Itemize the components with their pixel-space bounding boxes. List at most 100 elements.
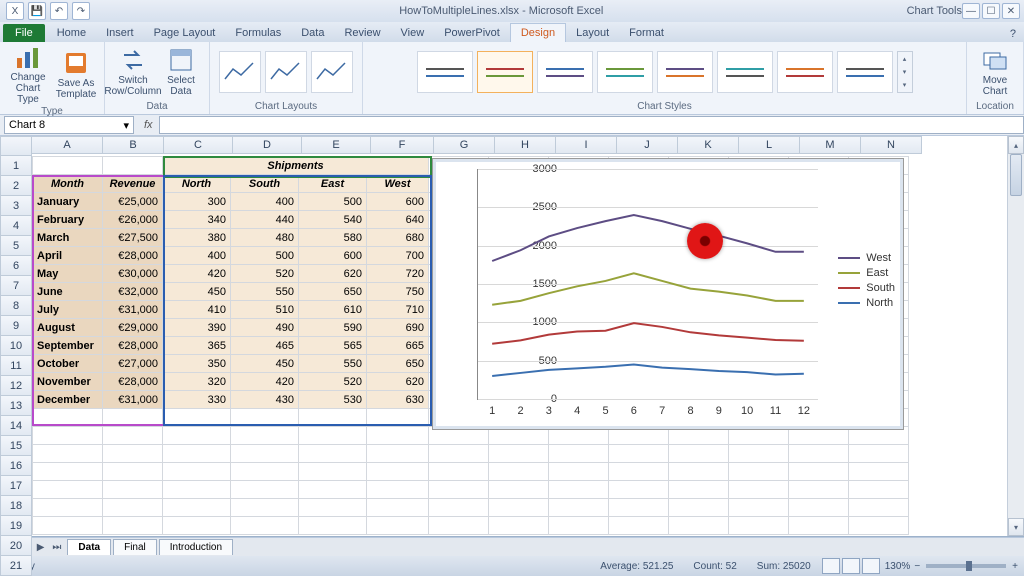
cell[interactable]: 400 [231, 193, 299, 211]
cell[interactable]: 665 [367, 337, 429, 355]
legend-item[interactable]: North [838, 297, 895, 309]
cell[interactable] [299, 427, 367, 445]
row-header[interactable]: 4 [0, 216, 32, 236]
cell[interactable]: 465 [231, 337, 299, 355]
cell[interactable] [103, 481, 163, 499]
cell[interactable] [103, 499, 163, 517]
tab-formulas[interactable]: Formulas [225, 24, 291, 42]
cell[interactable] [789, 445, 849, 463]
cell[interactable] [367, 517, 429, 535]
cell[interactable]: 410 [163, 301, 231, 319]
row-header[interactable]: 15 [0, 436, 32, 456]
chart-legend[interactable]: WestEastSouthNorth [838, 249, 895, 312]
column-header[interactable]: I [556, 136, 617, 154]
cell[interactable] [103, 517, 163, 535]
cell[interactable]: €28,000 [103, 337, 163, 355]
cell[interactable]: North [163, 175, 231, 193]
cell[interactable] [849, 517, 909, 535]
row-header[interactable]: 1 [0, 156, 32, 176]
cell[interactable]: 680 [367, 229, 429, 247]
cell[interactable] [669, 517, 729, 535]
column-header[interactable]: H [495, 136, 556, 154]
row-header[interactable]: 2 [0, 176, 32, 196]
cell[interactable]: 510 [231, 301, 299, 319]
cell[interactable]: Shipments [163, 157, 429, 175]
cell[interactable] [299, 517, 367, 535]
row-header[interactable]: 8 [0, 296, 32, 316]
tab-data[interactable]: Data [291, 24, 334, 42]
select-data-button[interactable]: Select Data [159, 47, 203, 97]
cell[interactable]: May [33, 265, 103, 283]
cell[interactable] [429, 517, 489, 535]
cell[interactable] [849, 499, 909, 517]
chart-series-south[interactable] [492, 323, 804, 344]
cell[interactable]: €32,000 [103, 283, 163, 301]
tab-view[interactable]: View [391, 24, 435, 42]
cell[interactable] [231, 481, 299, 499]
row-header[interactable]: 10 [0, 336, 32, 356]
cell[interactable]: June [33, 283, 103, 301]
embedded-chart[interactable]: 050010001500200025003000 123456789101112… [432, 158, 904, 430]
chart-style-option[interactable] [597, 51, 653, 93]
cell[interactable] [669, 499, 729, 517]
cell[interactable]: September [33, 337, 103, 355]
cell[interactable] [163, 463, 231, 481]
cell[interactable]: 340 [163, 211, 231, 229]
tab-file[interactable]: File [3, 24, 45, 42]
cell[interactable] [33, 499, 103, 517]
column-header[interactable]: K [678, 136, 739, 154]
cell[interactable]: 400 [163, 247, 231, 265]
row-header[interactable]: 7 [0, 276, 32, 296]
redo-icon[interactable]: ↷ [72, 2, 90, 20]
row-header[interactable]: 5 [0, 236, 32, 256]
cell[interactable]: 580 [299, 229, 367, 247]
cell[interactable]: 690 [367, 319, 429, 337]
chart-style-option[interactable] [537, 51, 593, 93]
cell[interactable] [367, 409, 429, 427]
cell[interactable] [789, 517, 849, 535]
cell[interactable] [163, 517, 231, 535]
row-header[interactable]: 3 [0, 196, 32, 216]
cell[interactable]: 350 [163, 355, 231, 373]
tab-insert[interactable]: Insert [96, 24, 144, 42]
chevron-down-icon[interactable]: ▾ [123, 119, 129, 132]
cell[interactable]: 720 [367, 265, 429, 283]
chart-series-east[interactable] [492, 273, 804, 304]
cell[interactable]: 450 [231, 355, 299, 373]
cell[interactable]: 550 [231, 283, 299, 301]
cell[interactable]: 420 [163, 265, 231, 283]
chart-style-option[interactable] [477, 51, 533, 93]
chart-layout-option[interactable] [219, 51, 261, 93]
scroll-up-button[interactable]: ▴ [1008, 136, 1024, 154]
cell[interactable] [33, 157, 103, 175]
minimize-button[interactable]: — [962, 3, 980, 19]
cell[interactable] [729, 481, 789, 499]
cell[interactable] [103, 463, 163, 481]
cell[interactable] [669, 463, 729, 481]
cell[interactable]: 590 [299, 319, 367, 337]
cell[interactable] [549, 517, 609, 535]
cell[interactable]: Month [33, 175, 103, 193]
cell[interactable]: 600 [367, 193, 429, 211]
cell[interactable]: 650 [299, 283, 367, 301]
cell[interactable] [299, 409, 367, 427]
cell[interactable] [103, 445, 163, 463]
cell[interactable]: 550 [299, 355, 367, 373]
close-button[interactable]: ✕ [1002, 3, 1020, 19]
column-header[interactable]: L [739, 136, 800, 154]
chart-layout-option[interactable] [311, 51, 353, 93]
cell[interactable]: March [33, 229, 103, 247]
cell[interactable] [231, 445, 299, 463]
cell[interactable]: 500 [231, 247, 299, 265]
cell[interactable]: January [33, 193, 103, 211]
cell[interactable]: 640 [367, 211, 429, 229]
cell[interactable] [33, 445, 103, 463]
cell[interactable]: €27,500 [103, 229, 163, 247]
cell[interactable]: 440 [231, 211, 299, 229]
row-header[interactable]: 18 [0, 496, 32, 516]
cell[interactable]: South [231, 175, 299, 193]
cell[interactable] [609, 445, 669, 463]
chart-layout-option[interactable] [265, 51, 307, 93]
cell[interactable]: 530 [299, 391, 367, 409]
cell[interactable] [299, 481, 367, 499]
